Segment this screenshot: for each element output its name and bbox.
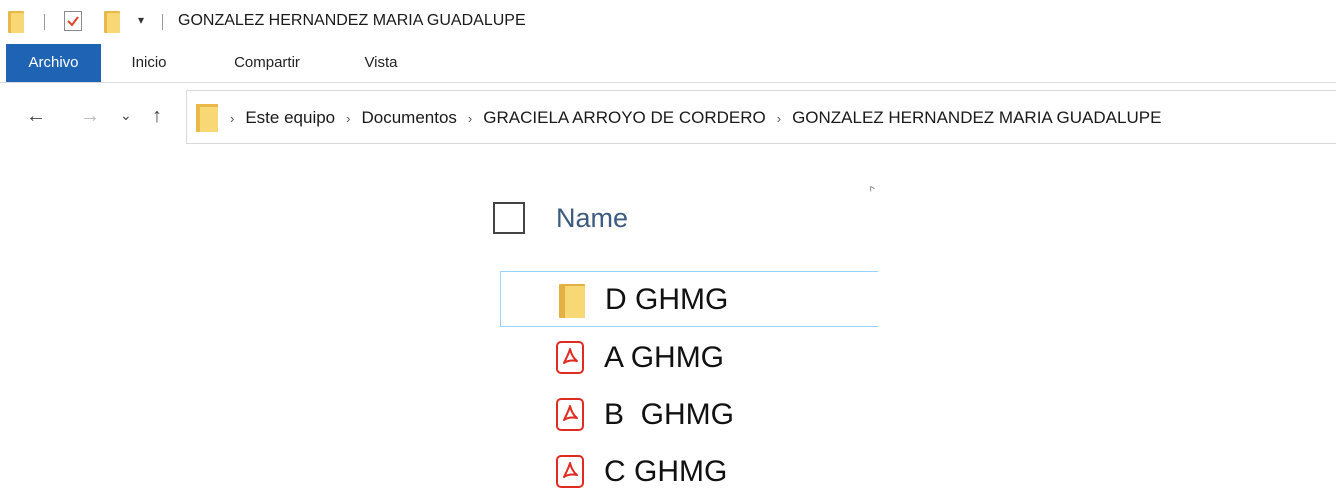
tab-inicio[interactable]: Inicio: [112, 44, 186, 82]
recent-locations-chevron-icon[interactable]: ⌄: [120, 103, 132, 127]
customize-toolbar-dropdown[interactable]: ▾: [138, 13, 144, 27]
tab-archivo[interactable]: Archivo: [6, 44, 101, 82]
pdf-file-icon: [556, 398, 584, 431]
list-item-label: C GHMG: [604, 455, 728, 488]
forward-arrow-icon[interactable]: →: [80, 104, 100, 128]
ribbon-tabs: Archivo Inicio Compartir Vista: [0, 44, 1336, 83]
back-arrow-icon[interactable]: ←: [26, 104, 46, 128]
pdf-file-icon: [556, 455, 584, 488]
title-bar: ▾ GONZALEZ HERNANDEZ MARIA GUADALUPE: [0, 0, 1336, 44]
breadcrumb-documentos[interactable]: Documentos: [361, 108, 456, 128]
list-item[interactable]: C GHMG: [500, 444, 878, 500]
toolbar-separator: [162, 14, 163, 30]
quick-access-folder-icon[interactable]: [8, 11, 24, 33]
list-item-label: B GHMG: [604, 398, 735, 431]
toolbar-separator: [44, 14, 45, 30]
tab-vista[interactable]: Vista: [346, 44, 416, 82]
breadcrumb-este-equipo[interactable]: Este equipo: [245, 108, 335, 128]
list-item-label: D GHMG: [605, 283, 729, 316]
sort-indicator-icon: ^: [866, 182, 880, 198]
list-item-label: A GHMG: [604, 341, 725, 374]
pdf-file-icon: [556, 341, 584, 374]
list-item[interactable]: B GHMG: [500, 387, 878, 443]
breadcrumb-graciela-arroyo[interactable]: GRACIELA ARROYO DE CORDERO: [483, 108, 765, 128]
list-item[interactable]: D GHMG: [500, 271, 878, 327]
tab-compartir[interactable]: Compartir: [210, 44, 324, 82]
up-arrow-icon[interactable]: ↑: [152, 104, 162, 128]
folder-icon: [559, 284, 585, 318]
list-item[interactable]: A GHMG: [500, 330, 878, 386]
window-title: GONZALEZ HERNANDEZ MARIA GUADALUPE: [178, 12, 526, 29]
breadcrumb-separator-icon[interactable]: ›: [777, 111, 781, 126]
breadcrumb-separator-icon[interactable]: ›: [468, 111, 472, 126]
breadcrumb-separator-icon[interactable]: ›: [230, 111, 234, 126]
folder-icon: [196, 104, 218, 132]
breadcrumb: › Este equipo › Documentos › GRACIELA AR…: [196, 104, 1161, 132]
column-header-name[interactable]: Name: [556, 203, 628, 234]
breadcrumb-current-folder[interactable]: GONZALEZ HERNANDEZ MARIA GUADALUPE: [792, 108, 1161, 128]
properties-icon[interactable]: [64, 11, 82, 31]
select-all-checkbox[interactable]: [493, 202, 525, 234]
folder-icon: [8, 11, 24, 33]
breadcrumb-separator-icon[interactable]: ›: [346, 111, 350, 126]
new-folder-icon[interactable]: [104, 11, 120, 33]
